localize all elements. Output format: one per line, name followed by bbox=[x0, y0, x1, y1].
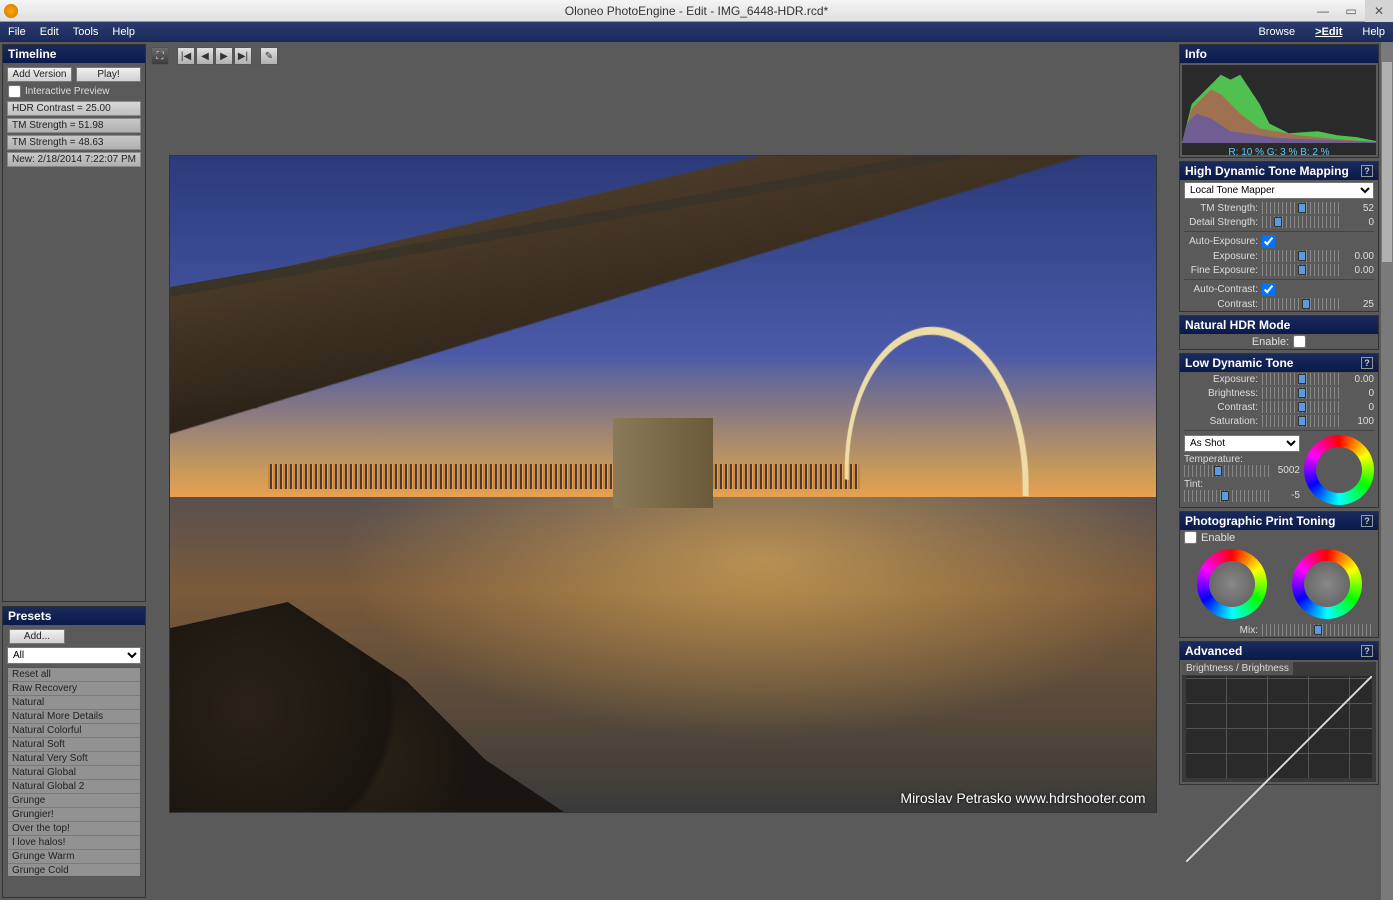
timeline-item[interactable]: TM Strength = 48.63 bbox=[7, 135, 141, 150]
hdtm-header: High Dynamic Tone Mapping? bbox=[1180, 162, 1378, 180]
maximize-button[interactable]: ▭ bbox=[1337, 0, 1365, 22]
right-scrollbar[interactable] bbox=[1381, 42, 1393, 900]
preset-item[interactable]: Grunge Cold bbox=[8, 864, 140, 877]
preset-item[interactable]: Natural Global bbox=[8, 766, 140, 780]
app-icon bbox=[4, 4, 18, 18]
help-icon[interactable]: ? bbox=[1361, 515, 1373, 527]
ldt-panel: Low Dynamic Tone? Exposure:0.00 Brightne… bbox=[1179, 353, 1379, 508]
wb-color-wheel[interactable] bbox=[1304, 435, 1374, 505]
hdtm-panel: High Dynamic Tone Mapping? Local Tone Ma… bbox=[1179, 161, 1379, 312]
natural-hdr-panel: Natural HDR Mode Enable: bbox=[1179, 315, 1379, 350]
preset-item[interactable]: Natural bbox=[8, 696, 140, 710]
tint-slider[interactable] bbox=[1184, 490, 1270, 502]
window-title: Oloneo PhotoEngine - Edit - IMG_6448-HDR… bbox=[565, 4, 828, 18]
image-canvas[interactable]: Miroslav Petrasko www.hdrshooter.com bbox=[151, 71, 1174, 897]
menu-tools[interactable]: Tools bbox=[73, 26, 99, 38]
view-toolbar: ⛶ |◀ ◀ ▶ ▶| ✎ bbox=[151, 45, 1174, 67]
curve-editor[interactable] bbox=[1186, 676, 1372, 778]
preset-list[interactable]: Reset all Raw Recovery Natural Natural M… bbox=[7, 667, 141, 877]
wb-preset-select[interactable]: As Shot bbox=[1184, 435, 1300, 452]
shadows-tone-wheel[interactable] bbox=[1197, 549, 1267, 619]
timeline-item[interactable]: HDR Contrast = 25.00 bbox=[7, 101, 141, 116]
play-button[interactable]: Play! bbox=[76, 67, 141, 82]
menu-edit[interactable]: Edit bbox=[40, 26, 59, 38]
watermark-text: Miroslav Petrasko www.hdrshooter.com bbox=[900, 790, 1145, 806]
window-controls: — ▭ ✕ bbox=[1309, 0, 1393, 22]
tm-strength-slider[interactable] bbox=[1262, 202, 1342, 214]
nav-edit[interactable]: Edit bbox=[1315, 26, 1342, 38]
auto-contrast-checkbox[interactable] bbox=[1262, 283, 1275, 296]
exposure-slider[interactable] bbox=[1262, 250, 1342, 262]
window-titlebar: Oloneo PhotoEngine - Edit - IMG_6448-HDR… bbox=[0, 0, 1393, 22]
fine-exposure-slider[interactable] bbox=[1262, 264, 1342, 276]
close-button[interactable]: ✕ bbox=[1365, 0, 1393, 22]
eyedropper-icon[interactable]: ✎ bbox=[260, 47, 278, 65]
add-version-button[interactable]: Add Version bbox=[7, 67, 72, 82]
preset-item[interactable]: Raw Recovery bbox=[8, 682, 140, 696]
ldt-saturation-slider[interactable] bbox=[1262, 415, 1342, 427]
preset-item[interactable]: Natural Very Soft bbox=[8, 752, 140, 766]
print-toning-panel: Photographic Print Toning? Enable Mix: bbox=[1179, 511, 1379, 638]
natural-hdr-enable-checkbox[interactable] bbox=[1293, 335, 1306, 348]
detail-strength-slider[interactable] bbox=[1262, 216, 1342, 228]
menu-help[interactable]: Help bbox=[112, 26, 135, 38]
timeline-header: Timeline bbox=[3, 45, 145, 63]
ldt-exposure-slider[interactable] bbox=[1262, 373, 1342, 385]
nav-browse[interactable]: Browse bbox=[1258, 26, 1295, 38]
preset-item[interactable]: Natural Colorful bbox=[8, 724, 140, 738]
menubar: File Edit Tools Help Browse Edit Help bbox=[0, 22, 1393, 42]
presets-header: Presets bbox=[3, 607, 145, 625]
info-header: Info bbox=[1180, 45, 1378, 63]
preset-item[interactable]: Natural More Details bbox=[8, 710, 140, 724]
preset-item[interactable]: Reset all bbox=[8, 668, 140, 682]
timeline-panel: Timeline Add Version Play! Interactive P… bbox=[2, 44, 146, 602]
nav-first-icon[interactable]: |◀ bbox=[177, 47, 195, 65]
preset-item[interactable]: Over the top! bbox=[8, 822, 140, 836]
ldt-brightness-slider[interactable] bbox=[1262, 387, 1342, 399]
fit-screen-icon[interactable]: ⛶ bbox=[151, 47, 169, 65]
hdr-contrast-slider[interactable] bbox=[1262, 298, 1342, 310]
nav-next-icon[interactable]: ▶ bbox=[215, 47, 233, 65]
menu-file[interactable]: File bbox=[8, 26, 26, 38]
histogram-readout: R: 10 % G: 3 % B: 2 % bbox=[1182, 146, 1376, 159]
help-icon[interactable]: ? bbox=[1361, 357, 1373, 369]
nav-last-icon[interactable]: ▶| bbox=[234, 47, 252, 65]
timeline-item[interactable]: TM Strength = 51.98 bbox=[7, 118, 141, 133]
preset-item[interactable]: Natural Soft bbox=[8, 738, 140, 752]
preset-item[interactable]: Grunge bbox=[8, 794, 140, 808]
presets-panel: Presets Add... All Reset all Raw Recover… bbox=[2, 606, 146, 898]
auto-exposure-checkbox[interactable] bbox=[1262, 235, 1275, 248]
nav-prev-icon[interactable]: ◀ bbox=[196, 47, 214, 65]
curve-channel-tab[interactable]: Brightness / Brightness bbox=[1182, 662, 1293, 675]
preset-item[interactable]: Grunge Warm bbox=[8, 850, 140, 864]
preset-item[interactable]: Grungier! bbox=[8, 808, 140, 822]
advanced-panel: Advanced? Brightness / Brightness bbox=[1179, 641, 1379, 785]
timeline-item[interactable]: New: 2/18/2014 7:22:07 PM bbox=[7, 152, 141, 167]
preset-filter-select[interactable]: All bbox=[7, 647, 141, 664]
toning-mix-slider[interactable] bbox=[1262, 624, 1374, 636]
tone-mapper-select[interactable]: Local Tone Mapper bbox=[1184, 182, 1374, 199]
histogram: R: 10 % G: 3 % B: 2 % bbox=[1182, 65, 1376, 155]
info-panel: Info R: 10 % G: 3 % B: 2 % bbox=[1179, 44, 1379, 158]
minimize-button[interactable]: — bbox=[1309, 0, 1337, 22]
preset-item[interactable]: I love halos! bbox=[8, 836, 140, 850]
toning-enable-checkbox[interactable]: Enable bbox=[1180, 530, 1378, 545]
interactive-preview-checkbox[interactable]: Interactive Preview bbox=[7, 84, 141, 99]
highlights-tone-wheel[interactable] bbox=[1292, 549, 1362, 619]
image-preview: Miroslav Petrasko www.hdrshooter.com bbox=[169, 155, 1157, 813]
preset-item[interactable]: Natural Global 2 bbox=[8, 780, 140, 794]
temperature-slider[interactable] bbox=[1184, 465, 1270, 477]
preset-add-button[interactable]: Add... bbox=[9, 629, 65, 644]
help-icon[interactable]: ? bbox=[1361, 165, 1373, 177]
ldt-contrast-slider[interactable] bbox=[1262, 401, 1342, 413]
nav-help[interactable]: Help bbox=[1362, 26, 1385, 38]
help-icon[interactable]: ? bbox=[1361, 645, 1373, 657]
